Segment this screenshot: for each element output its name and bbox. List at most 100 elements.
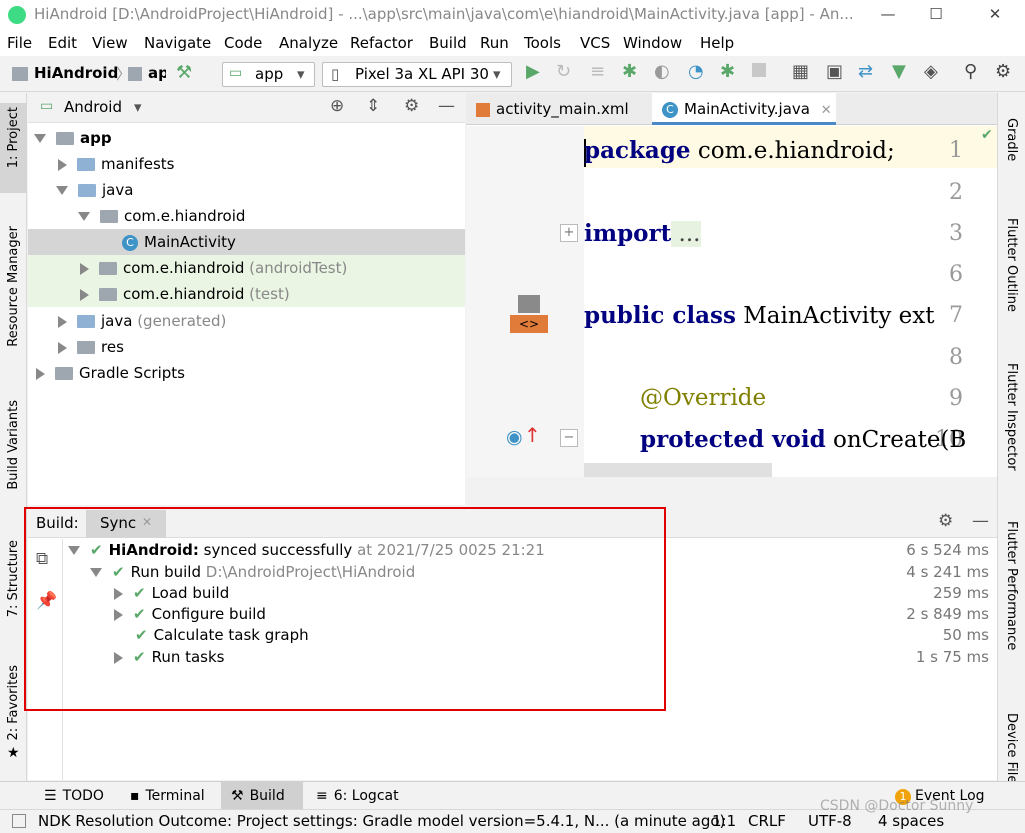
apply-changes-icon[interactable]: ↻ bbox=[556, 61, 571, 82]
code-line-3[interactable]: import ... bbox=[584, 220, 701, 247]
collapsed-arrow-icon[interactable] bbox=[58, 315, 67, 328]
sync-gradle-icon[interactable]: ⇄ bbox=[858, 61, 873, 82]
breadcrumb-project[interactable]: HiAndroid bbox=[34, 64, 118, 82]
device-manager-icon[interactable]: ▼ bbox=[892, 61, 906, 82]
menu-window[interactable]: Window bbox=[623, 34, 682, 52]
tree-item-res[interactable]: res bbox=[28, 334, 465, 360]
tab-logcat[interactable]: ≡ 6: Logcat bbox=[312, 782, 403, 810]
code-line-1[interactable]: package com.e.hiandroid; bbox=[584, 137, 895, 164]
editor-tabs: activity_main.xml C MainActivity.java ✕ bbox=[466, 93, 997, 125]
code-line-9[interactable]: @Override bbox=[640, 385, 766, 411]
settings-icon[interactable]: ⚙ bbox=[995, 61, 1011, 82]
tab-mainactivity-java[interactable]: C MainActivity.java ✕ bbox=[652, 93, 836, 125]
collapsed-arrow-icon[interactable] bbox=[58, 158, 67, 171]
menu-view[interactable]: View bbox=[92, 34, 128, 52]
collapsed-arrow-icon[interactable] bbox=[36, 367, 45, 380]
maximize-button[interactable]: ☐ bbox=[913, 0, 959, 31]
sdk-manager-icon[interactable]: ◈ bbox=[924, 61, 938, 82]
gradle-tool-button[interactable]: Gradle bbox=[1004, 118, 1019, 161]
flutter-outline-tool-button[interactable]: Flutter Outline bbox=[1004, 218, 1019, 312]
indent-setting[interactable]: 4 spaces bbox=[878, 812, 944, 830]
menu-bar: File Edit View Navigate Code Analyze Ref… bbox=[0, 31, 1025, 56]
run-config-select[interactable]: ▭ app ▾ bbox=[222, 62, 315, 87]
menu-help[interactable]: Help bbox=[700, 34, 734, 52]
menu-refactor[interactable]: Refactor bbox=[350, 34, 413, 52]
structure-tool-button[interactable]: 7: Structure bbox=[6, 540, 21, 617]
menu-tools[interactable]: Tools bbox=[524, 34, 561, 52]
panel-toggle-icon[interactable] bbox=[12, 814, 26, 828]
debug-icon[interactable]: ✱ bbox=[622, 61, 637, 82]
watermark: CSDN @Doctor Sunny bbox=[820, 798, 974, 814]
project-view-select[interactable]: Android bbox=[64, 98, 122, 116]
breadcrumb-module[interactable]: ap bbox=[148, 64, 166, 82]
run-icon[interactable]: ▶ bbox=[526, 61, 540, 82]
menu-code[interactable]: Code bbox=[224, 34, 262, 52]
tree-item-manifests[interactable]: manifests bbox=[28, 151, 465, 177]
close-tab-icon[interactable]: ✕ bbox=[821, 103, 832, 118]
tree-item-app[interactable]: app bbox=[28, 125, 465, 151]
horizontal-scrollbar[interactable] bbox=[584, 463, 772, 477]
collapsed-arrow-icon[interactable] bbox=[80, 288, 89, 301]
locate-icon[interactable]: ⊕ bbox=[330, 96, 344, 116]
coverage-icon[interactable]: ✱ bbox=[720, 61, 735, 82]
expanded-arrow-icon[interactable] bbox=[34, 134, 46, 143]
override-gutter-icon[interactable]: ◉ bbox=[506, 426, 523, 448]
minimize-button[interactable]: — bbox=[865, 0, 911, 31]
menu-build[interactable]: Build bbox=[429, 34, 467, 52]
collapse-all-icon[interactable]: ⇕ bbox=[366, 96, 380, 116]
menu-edit[interactable]: Edit bbox=[48, 34, 77, 52]
code-line-7[interactable]: public class MainActivity ext bbox=[584, 302, 934, 329]
collapsed-arrow-icon[interactable] bbox=[58, 341, 67, 354]
layout-gutter-icon[interactable]: <> bbox=[508, 293, 548, 333]
tree-item-java[interactable]: java bbox=[28, 177, 465, 203]
chevron-down-icon[interactable]: ▾ bbox=[134, 98, 142, 116]
build-variants-tool-button[interactable]: Build Variants bbox=[6, 400, 21, 490]
flutter-inspector-tool-button[interactable]: Flutter Inspector bbox=[1004, 363, 1019, 471]
collapsed-arrow-icon[interactable] bbox=[80, 262, 89, 275]
fold-collapse-icon[interactable]: − bbox=[560, 429, 578, 447]
resource-manager-tool-button[interactable]: Resource Manager bbox=[6, 226, 21, 347]
tab-todo[interactable]: ☰ TODO bbox=[40, 782, 108, 810]
file-encoding[interactable]: UTF-8 bbox=[808, 812, 852, 830]
hide-icon[interactable]: — bbox=[438, 96, 455, 116]
expanded-arrow-icon[interactable] bbox=[78, 212, 90, 221]
apply-code-icon[interactable]: ≡ bbox=[590, 61, 605, 82]
flutter-performance-tool-button[interactable]: Flutter Performance bbox=[1004, 521, 1019, 650]
stop-icon[interactable] bbox=[752, 63, 766, 77]
arrow-up-icon[interactable]: ↑ bbox=[524, 423, 541, 447]
expanded-arrow-icon[interactable] bbox=[56, 186, 68, 195]
status-message[interactable]: NDK Resolution Outcome: Project settings… bbox=[38, 812, 725, 830]
code-line-10[interactable]: protected void onCreate(B bbox=[640, 426, 966, 453]
attach-debugger-icon[interactable]: ◐ bbox=[654, 61, 670, 82]
gear-icon[interactable]: ⚙ bbox=[404, 96, 419, 116]
search-icon[interactable]: ⚲ bbox=[964, 61, 977, 82]
line-separator[interactable]: CRLF bbox=[748, 812, 786, 830]
tree-item-mainactivity[interactable]: C MainActivity bbox=[28, 229, 465, 255]
menu-run[interactable]: Run bbox=[480, 34, 509, 52]
tab-terminal[interactable]: ▪ Terminal bbox=[126, 782, 209, 810]
project-tool-button[interactable]: 1: Project bbox=[6, 107, 21, 168]
fold-expand-icon[interactable]: + bbox=[560, 224, 578, 242]
close-button[interactable]: ✕ bbox=[972, 0, 1018, 31]
tree-item-package-test[interactable]: com.e.hiandroid (test) bbox=[28, 281, 465, 307]
hammer-icon[interactable]: ⚒ bbox=[176, 62, 192, 83]
tree-item-java-generated[interactable]: java (generated) bbox=[28, 308, 465, 334]
tree-item-gradle-scripts[interactable]: Gradle Scripts bbox=[28, 360, 465, 386]
profile-icon[interactable]: ◔ bbox=[688, 61, 704, 82]
favorites-tool-button[interactable]: 2: Favorites bbox=[6, 665, 21, 741]
device-select[interactable]: ▯ Pixel 3a XL API 30 ▾ bbox=[322, 62, 512, 87]
menu-vcs[interactable]: VCS bbox=[580, 34, 610, 52]
menu-analyze[interactable]: Analyze bbox=[279, 34, 338, 52]
project-structure-icon[interactable]: ▦ bbox=[792, 61, 809, 82]
tree-item-package-androidtest[interactable]: com.e.hiandroid (androidTest) bbox=[28, 255, 465, 281]
tab-build[interactable]: ⚒ Build bbox=[221, 782, 303, 810]
menu-navigate[interactable]: Navigate bbox=[144, 34, 211, 52]
tree-item-package[interactable]: com.e.hiandroid bbox=[28, 203, 465, 229]
tab-activity-main-xml[interactable]: activity_main.xml bbox=[466, 93, 650, 125]
caret-position[interactable]: 1:1 bbox=[712, 812, 736, 830]
device-file-tool-button[interactable]: Device File bbox=[1004, 713, 1019, 783]
gear-icon[interactable]: ⚙ bbox=[938, 511, 953, 531]
menu-file[interactable]: File bbox=[7, 34, 32, 52]
hide-icon[interactable]: — bbox=[972, 511, 989, 531]
avd-manager-icon[interactable]: ▣ bbox=[826, 61, 843, 82]
